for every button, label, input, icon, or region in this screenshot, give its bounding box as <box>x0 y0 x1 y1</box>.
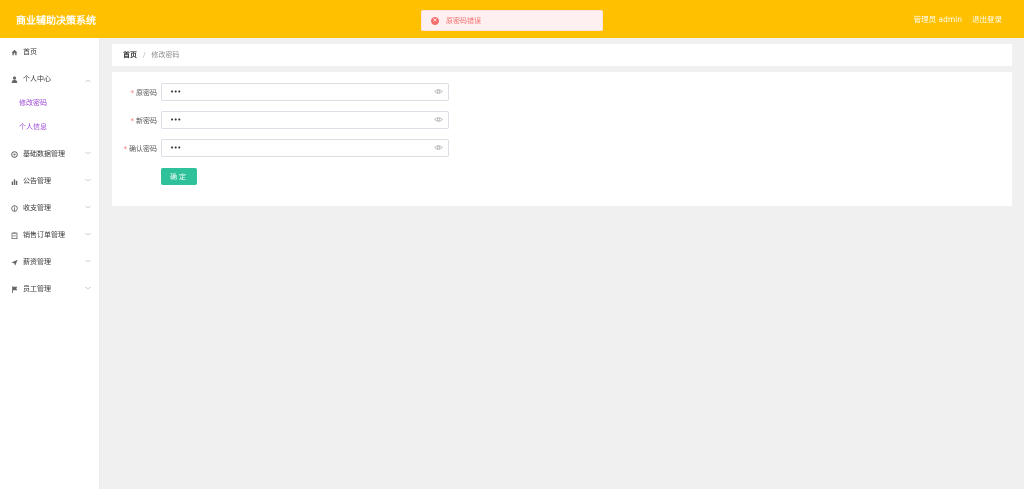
change-password-form: * 原密码 ••• * 新密码 ••• * 确认密码 ••• 确定 <box>112 72 1012 206</box>
flag-icon <box>11 285 18 293</box>
home-icon <box>11 49 18 56</box>
confirm-password-input[interactable]: ••• <box>161 139 449 157</box>
error-toast: ✕ 原密码错误 <box>421 10 603 31</box>
sidebar-subitem-label: 个人信息 <box>19 123 47 131</box>
form-label: * 新密码 <box>131 116 158 126</box>
field-label-text: 原密码 <box>136 89 157 97</box>
sidebar-item-label: 公告管理 <box>23 177 51 185</box>
user-name[interactable]: 管理员 admin <box>914 14 962 25</box>
eye-icon[interactable] <box>434 143 443 152</box>
chevron-down-icon: ﹀ <box>84 178 91 186</box>
gear-icon <box>11 150 18 158</box>
form-row-old-password: * 原密码 ••• <box>112 83 1012 101</box>
breadcrumb-current: 修改密码 <box>151 51 180 59</box>
chevron-down-icon: ﹀ <box>84 232 91 240</box>
sidebar-item-home[interactable]: 首页 <box>0 39 100 65</box>
field-label-text: 确认密码 <box>129 145 157 153</box>
sidebar-item-salary[interactable]: 薪资管理 ﹀ <box>0 249 100 275</box>
logout-link[interactable]: 退出登录 <box>972 14 1002 25</box>
sidebar-subitem-change-password[interactable]: 修改密码 <box>0 91 100 115</box>
sidebar-item-income-expense[interactable]: 收支管理 ﹀ <box>0 195 100 221</box>
error-circle-icon: ✕ <box>431 16 439 25</box>
app-title: 商业辅助决策系统 <box>16 16 96 27</box>
sidebar-subitem-label: 修改密码 <box>19 99 47 107</box>
sidebar-item-employees[interactable]: 员工管理 ﹀ <box>0 276 100 302</box>
sidebar-item-label: 员工管理 <box>23 285 51 293</box>
sidebar-item-base-data[interactable]: 基础数据管理 ﹀ <box>0 141 100 167</box>
password-mask: ••• <box>170 116 181 124</box>
sidebar: 首页 个人中心 ︿ 修改密码 个人信息 基础数据管理 ﹀ 公告管理 ﹀ 收支管理… <box>0 38 100 489</box>
password-mask: ••• <box>170 88 181 96</box>
form-row-confirm-password: * 确认密码 ••• <box>112 139 1012 157</box>
password-mask: ••• <box>170 144 181 152</box>
sidebar-item-label: 首页 <box>23 48 37 56</box>
chevron-down-icon: ﹀ <box>84 151 91 159</box>
sidebar-item-sales-orders[interactable]: 销售订单管理 ﹀ <box>0 222 100 248</box>
submit-button[interactable]: 确定 <box>161 168 197 185</box>
sidebar-item-label: 薪资管理 <box>23 258 51 266</box>
form-row-new-password: * 新密码 ••• <box>112 111 1012 129</box>
form-label: * 确认密码 <box>124 144 158 154</box>
required-mark: * <box>130 89 135 97</box>
info-icon <box>11 204 18 212</box>
required-mark: * <box>130 117 135 125</box>
toast-message: 原密码错误 <box>446 16 481 25</box>
old-password-input[interactable]: ••• <box>161 83 449 101</box>
user-icon <box>11 76 18 83</box>
bar-chart-icon <box>11 178 18 185</box>
required-mark: * <box>123 145 128 153</box>
form-label: * 原密码 <box>131 88 158 98</box>
chevron-down-icon: ﹀ <box>84 286 91 294</box>
sidebar-item-label: 基础数据管理 <box>23 150 65 158</box>
new-password-input[interactable]: ••• <box>161 111 449 129</box>
eye-icon[interactable] <box>434 115 443 124</box>
sidebar-item-label: 销售订单管理 <box>23 231 65 239</box>
field-label-text: 新密码 <box>136 117 157 125</box>
eye-icon[interactable] <box>434 87 443 96</box>
send-icon <box>11 259 18 266</box>
sidebar-item-label: 个人中心 <box>23 75 51 83</box>
clipboard-icon <box>11 231 18 239</box>
user-area: 管理员 admin 退出登录 <box>914 14 1002 25</box>
chevron-down-icon: ﹀ <box>84 205 91 213</box>
sidebar-item-announcements[interactable]: 公告管理 ﹀ <box>0 168 100 194</box>
breadcrumb-home[interactable]: 首页 <box>123 50 137 60</box>
sidebar-item-label: 收支管理 <box>23 204 51 212</box>
breadcrumb-separator: / <box>143 51 146 59</box>
chevron-down-icon: ﹀ <box>84 259 91 267</box>
sidebar-item-personal-center[interactable]: 个人中心 ︿ <box>0 66 100 92</box>
chevron-up-icon: ︿ <box>84 76 91 84</box>
sidebar-subitem-personal-info[interactable]: 个人信息 <box>0 115 100 139</box>
breadcrumb: 首页 / 修改密码 <box>112 44 1012 66</box>
